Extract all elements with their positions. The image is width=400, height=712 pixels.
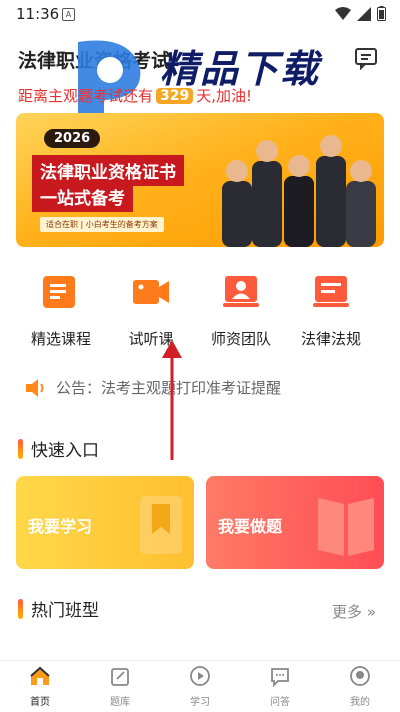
course-icon xyxy=(43,276,75,308)
tab-label: 问答 xyxy=(270,697,290,708)
home-icon xyxy=(30,666,50,685)
tab-qa[interactable]: 问答 xyxy=(250,665,310,708)
exam-countdown: 距离主观题考试还有 329 天,加油! xyxy=(18,85,252,106)
tab-question-bank[interactable]: 题库 xyxy=(90,665,150,708)
law-icon xyxy=(313,276,349,307)
tab-study[interactable]: 学习 xyxy=(170,665,230,708)
signal-icon xyxy=(357,6,371,21)
section-title: 热门班型 xyxy=(31,601,99,621)
quick-nav: 精选课程 试听课 师资团队 法律法规 xyxy=(0,272,400,352)
tab-label: 首页 xyxy=(30,697,50,708)
countdown-prefix: 距离主观题考试还有 xyxy=(18,87,154,105)
tab-label: 我的 xyxy=(350,697,370,708)
status-icons xyxy=(335,6,386,21)
countdown-days: 329 xyxy=(156,87,194,104)
arrow-annotation-icon xyxy=(162,340,182,460)
banner-year: 2026 xyxy=(44,129,101,148)
nav-label: 精选课程 xyxy=(30,330,91,348)
banner-subtitle: 适合在职 | 小白考生的备考方案 xyxy=(40,217,164,232)
exercise-card[interactable]: 我要做题 xyxy=(206,476,384,569)
status-time: 11:36 xyxy=(16,5,60,23)
exercise-card-label: 我要做题 xyxy=(218,517,283,536)
study-card[interactable]: 我要学习 xyxy=(16,476,194,569)
tab-home[interactable]: 首页 xyxy=(10,665,70,708)
section-title: 快速入口 xyxy=(31,441,99,461)
more-link[interactable]: 更多 » xyxy=(332,601,376,622)
teacher-icon xyxy=(223,276,259,307)
section-bar xyxy=(18,598,23,619)
play-icon xyxy=(190,666,210,686)
bookmark-icon xyxy=(140,496,182,554)
banner-title-line2: 一站式备考 xyxy=(32,181,133,212)
section-bar xyxy=(18,438,23,459)
section-hot-classes: 热门班型 xyxy=(18,596,99,621)
battery-icon xyxy=(377,6,386,21)
message-icon[interactable] xyxy=(354,46,378,70)
nav-teachers[interactable]: 师资团队 xyxy=(196,272,286,349)
study-card-label: 我要学习 xyxy=(28,517,93,536)
book-icon xyxy=(318,498,374,556)
nav-label: 师资团队 xyxy=(210,330,271,348)
tab-profile[interactable]: 我的 xyxy=(330,665,390,708)
profile-icon xyxy=(350,666,370,686)
nav-courses[interactable]: 精选课程 xyxy=(16,272,106,349)
nav-laws[interactable]: 法律法规 xyxy=(286,272,376,349)
question-bank-icon xyxy=(111,668,129,686)
section-quick-entry: 快速入口 xyxy=(18,436,99,461)
speaker-icon xyxy=(26,378,44,397)
tab-label: 题库 xyxy=(110,697,130,708)
teachers-photo xyxy=(222,135,376,247)
watermark-logo-icon xyxy=(78,40,141,120)
qa-icon xyxy=(271,668,289,688)
status-a-icon: A xyxy=(62,8,75,21)
wifi-icon xyxy=(335,6,351,20)
bottom-tab-bar: 首页 题库 学习 问答 我的 xyxy=(0,660,400,712)
promo-banner[interactable]: 2026 法律职业资格证书 一站式备考 适合在职 | 小白考生的备考方案 xyxy=(16,113,384,247)
video-icon xyxy=(133,280,169,304)
status-bar: 11:36 A xyxy=(0,0,400,28)
nav-label: 法律法规 xyxy=(300,330,361,348)
tab-label: 学习 xyxy=(190,697,210,708)
countdown-suffix: 天,加油! xyxy=(196,87,253,105)
announcement-bar[interactable]: 公告：法考主观题打印准考证提醒 xyxy=(24,377,281,398)
